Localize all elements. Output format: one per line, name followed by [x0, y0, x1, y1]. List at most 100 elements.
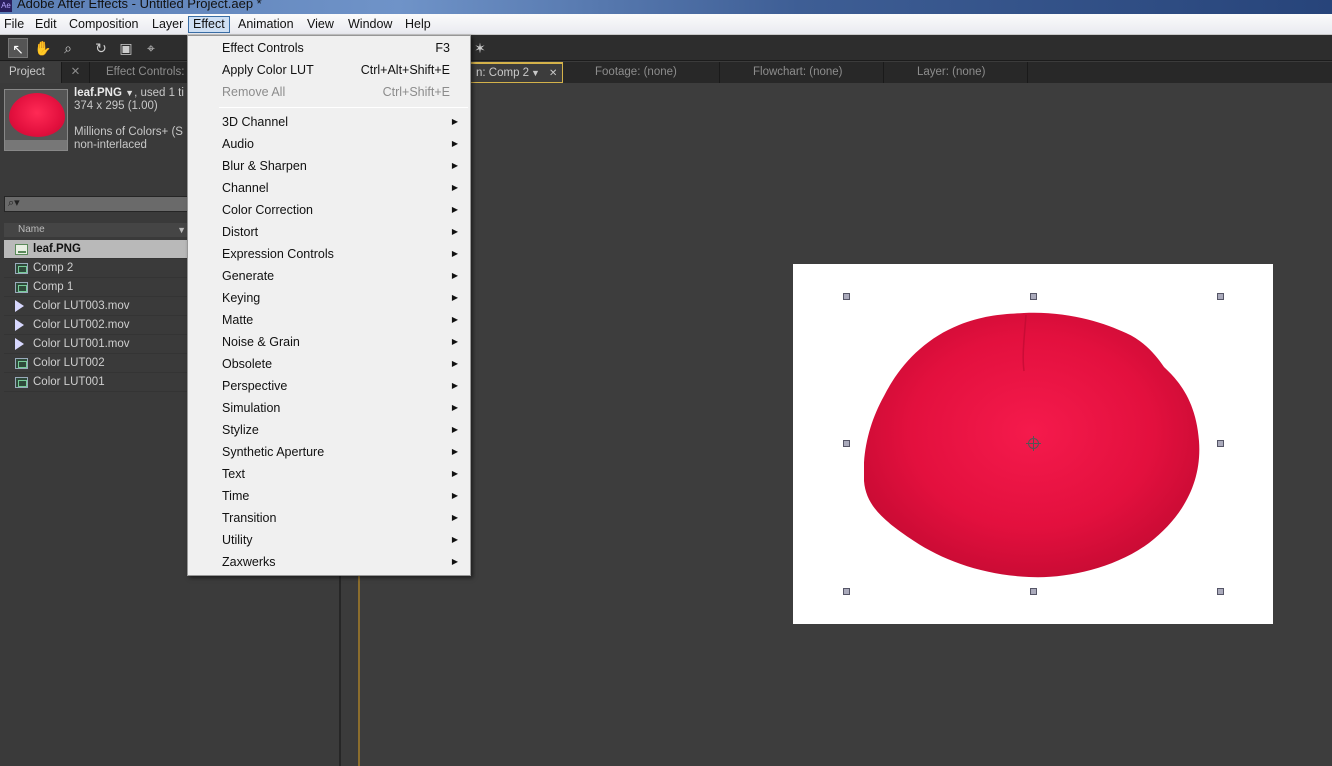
close-icon[interactable]: ✕	[549, 64, 557, 83]
menu-item-label: Distort	[222, 225, 259, 239]
tab-layer[interactable]: Layer: (none)	[884, 62, 1028, 83]
list-item[interactable]: leaf.PNG	[4, 240, 190, 259]
submenu-arrow-icon: ▶	[451, 249, 458, 258]
composition-icon	[15, 377, 28, 388]
submenu-arrow-icon: ▶	[451, 227, 458, 236]
tab-composition[interactable]: n: Comp 2 ▼ ✕	[471, 62, 563, 83]
list-item[interactable]: Color LUT002	[4, 354, 190, 373]
menu-item-time[interactable]: Time ▶	[190, 485, 468, 507]
title-bar: Ae Adobe After Effects - Untitled Projec…	[0, 0, 1332, 14]
sort-arrow-icon[interactable]: ▼	[177, 223, 186, 237]
submenu-arrow-icon: ▶	[451, 161, 458, 170]
composition-icon	[15, 263, 28, 274]
menu-item-audio[interactable]: Audio ▶	[190, 133, 468, 155]
tab-project[interactable]: Project	[0, 62, 62, 83]
menu-item-perspective[interactable]: Perspective ▶	[190, 375, 468, 397]
menu-item-zaxwerks[interactable]: Zaxwerks ▶	[190, 551, 468, 573]
transform-handle[interactable]	[843, 440, 850, 447]
menu-item-effect-controls[interactable]: Effect Controls F3	[190, 37, 468, 59]
menu-animation[interactable]: Animation	[234, 16, 298, 33]
menu-item-text[interactable]: Text ▶	[190, 463, 468, 485]
submenu-arrow-icon: ▶	[451, 359, 458, 368]
transform-handle[interactable]	[1030, 293, 1037, 300]
menu-item-distort[interactable]: Distort ▶	[190, 221, 468, 243]
tab-composition-label: n: Comp 2	[476, 67, 530, 79]
anchor-point-icon[interactable]	[1026, 436, 1041, 451]
submenu-arrow-icon: ▶	[451, 425, 458, 434]
petal-thumbnail-image	[9, 93, 65, 137]
chevron-down-icon[interactable]: ▼	[125, 88, 134, 98]
menu-effect[interactable]: Effect	[188, 16, 230, 33]
menu-item-blur-sharpen[interactable]: Blur & Sharpen ▶	[190, 155, 468, 177]
menu-item-apply-color-lut[interactable]: Apply Color LUT Ctrl+Alt+Shift+E	[190, 59, 468, 81]
transform-handle[interactable]	[1030, 588, 1037, 595]
menu-item-synthetic-aperture[interactable]: Synthetic Aperture ▶	[190, 441, 468, 463]
menu-view[interactable]: View	[303, 16, 338, 33]
menu-item-label: Audio	[222, 137, 254, 151]
list-item[interactable]: Color LUT002.mov	[4, 316, 190, 335]
rotate-tool-icon[interactable]: ↻	[91, 38, 111, 58]
list-item[interactable]: Comp 2	[4, 259, 190, 278]
transform-handle[interactable]	[843, 293, 850, 300]
menu-item-label: Text	[222, 467, 245, 481]
list-item[interactable]: Color LUT001.mov	[4, 335, 190, 354]
menu-item-transition[interactable]: Transition ▶	[190, 507, 468, 529]
name-column-header[interactable]: Name ▼	[4, 223, 190, 237]
menu-window[interactable]: Window	[344, 16, 396, 33]
tab-flowchart[interactable]: Flowchart: (none)	[720, 62, 884, 83]
project-search-input[interactable]: ⌕▾	[4, 196, 190, 212]
footage-thumbnail	[4, 89, 68, 151]
transform-handle[interactable]	[843, 588, 850, 595]
submenu-arrow-icon: ▶	[451, 205, 458, 214]
menu-item-utility[interactable]: Utility ▶	[190, 529, 468, 551]
search-icon: ⌕▾	[8, 197, 20, 209]
menu-item-label: Effect Controls	[222, 41, 304, 55]
menu-item-label: Keying	[222, 291, 261, 305]
menu-item-label: 3D Channel	[222, 115, 289, 129]
tab-footage-label: Footage: (none)	[595, 66, 677, 78]
menu-item-generate[interactable]: Generate ▶	[190, 265, 468, 287]
composition-viewer[interactable]	[360, 83, 1332, 766]
list-item-label: Color LUT001	[33, 376, 105, 388]
menu-edit[interactable]: Edit	[31, 16, 61, 33]
list-item[interactable]: Comp 1	[4, 278, 190, 297]
menu-item-matte[interactable]: Matte ▶	[190, 309, 468, 331]
menu-item-obsolete[interactable]: Obsolete ▶	[190, 353, 468, 375]
menu-layer[interactable]: Layer	[148, 16, 187, 33]
puppet-tool-icon[interactable]: ✶	[470, 38, 490, 58]
chevron-down-icon[interactable]: ▼	[531, 64, 540, 83]
submenu-arrow-icon: ▶	[451, 469, 458, 478]
menu-item-simulation[interactable]: Simulation ▶	[190, 397, 468, 419]
tab-flowchart-label: Flowchart: (none)	[753, 66, 843, 78]
camera-tool-icon[interactable]: ▣	[116, 38, 136, 58]
transform-handle[interactable]	[1217, 440, 1224, 447]
list-item[interactable]: Color LUT003.mov	[4, 297, 190, 316]
hand-tool-icon[interactable]: ✋	[33, 38, 53, 58]
pan-behind-tool-icon[interactable]: ⌖	[141, 38, 161, 58]
tab-effect-controls[interactable]: Effect Controls:	[66, 62, 190, 83]
list-item-label: Comp 1	[33, 281, 74, 293]
menu-item-noise-grain[interactable]: Noise & Grain ▶	[190, 331, 468, 353]
list-item[interactable]: Color LUT001	[4, 373, 190, 392]
menu-item-3d-channel[interactable]: 3D Channel ▶	[190, 111, 468, 133]
window-title: Adobe After Effects - Untitled Project.a…	[17, 0, 262, 11]
selection-tool-icon[interactable]: ↖	[8, 38, 28, 58]
zoom-tool-icon[interactable]: ⌕	[58, 38, 78, 58]
transform-handle[interactable]	[1217, 588, 1224, 595]
composition-canvas[interactable]	[793, 264, 1273, 624]
menu-item-stylize[interactable]: Stylize ▶	[190, 419, 468, 441]
menu-item-keying[interactable]: Keying ▶	[190, 287, 468, 309]
tab-footage[interactable]: Footage: (none)	[563, 62, 720, 83]
menu-item-label: Synthetic Aperture	[222, 445, 325, 459]
menu-file[interactable]: File	[0, 16, 28, 33]
menu-composition[interactable]: Composition	[65, 16, 142, 33]
menu-item-channel[interactable]: Channel ▶	[190, 177, 468, 199]
transform-handle[interactable]	[1217, 293, 1224, 300]
movie-file-icon	[15, 300, 24, 312]
menu-help[interactable]: Help	[401, 16, 435, 33]
menu-bar: File Edit Composition Layer Effect Anima…	[0, 14, 1332, 35]
menu-item-expression-controls[interactable]: Expression Controls ▶	[190, 243, 468, 265]
menu-item-color-correction[interactable]: Color Correction ▶	[190, 199, 468, 221]
composition-icon	[15, 282, 28, 293]
menu-item-label: Apply Color LUT	[222, 63, 314, 77]
